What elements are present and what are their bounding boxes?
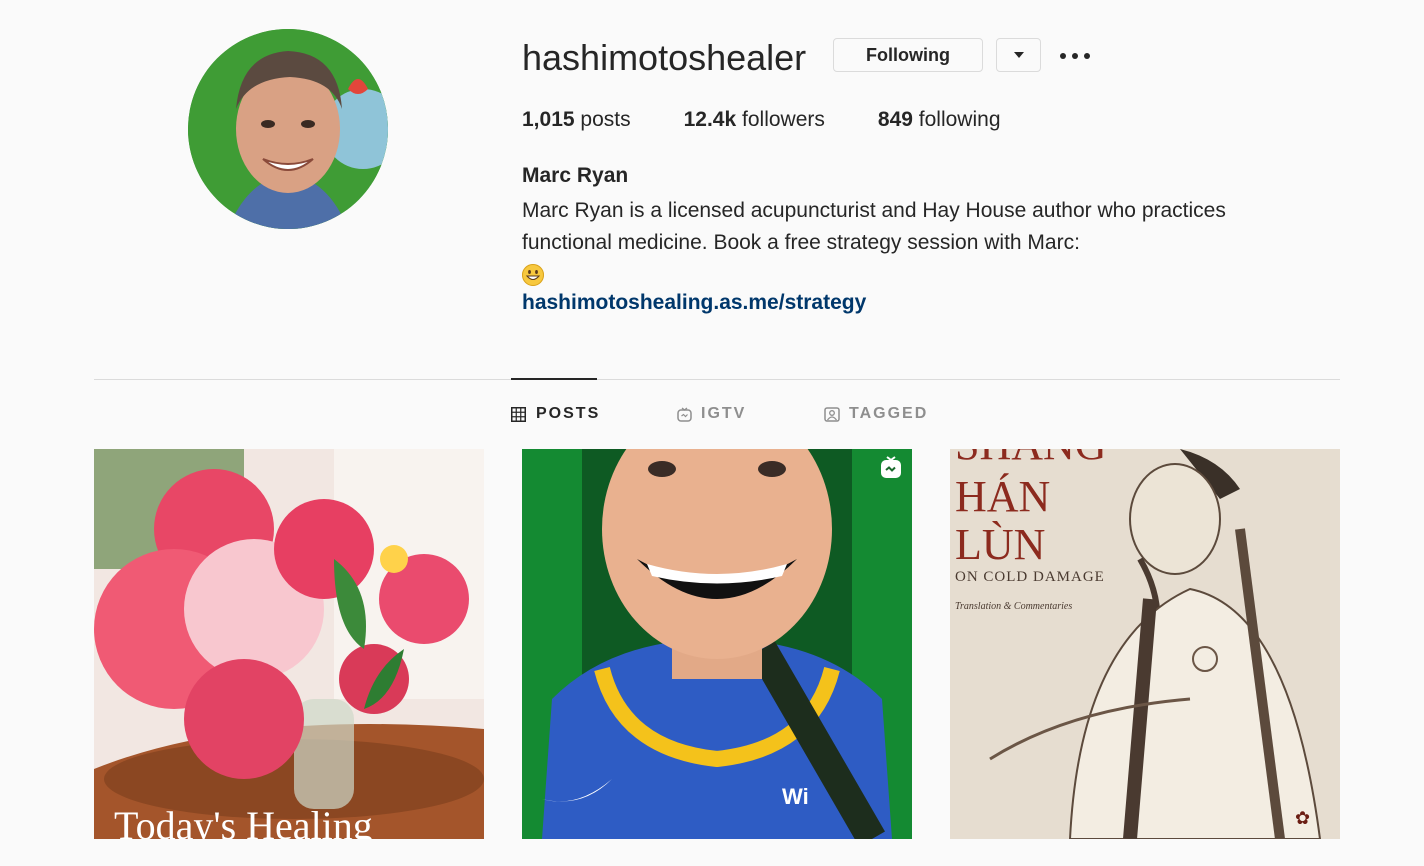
- svg-text:Wi: Wi: [782, 784, 809, 809]
- posts-stat: 1,015 posts: [522, 108, 631, 132]
- post-image-book-cover: SHANG HÁN LÙN ON COLD DAMAGE Translation…: [950, 449, 1340, 839]
- book-note: Translation & Commentaries: [955, 601, 1072, 612]
- grinning-face-icon: [522, 264, 544, 286]
- book-title-line2: LÙN: [955, 520, 1045, 569]
- profile-username: hashimotoshealer: [522, 37, 807, 78]
- book-subtitle: ON COLD DAMAGE: [955, 569, 1105, 585]
- profile-avatar[interactable]: [188, 29, 388, 229]
- profile-bio: Marc Ryan is a licensed acupuncturist an…: [522, 195, 1282, 291]
- posts-count: 1,015: [522, 108, 575, 131]
- igtv-icon: [677, 406, 692, 422]
- tab-label: TAGGED: [849, 405, 929, 422]
- book-title-top: SHANG: [955, 449, 1107, 469]
- followers-stat[interactable]: 12.4k followers: [684, 108, 825, 132]
- followers-label: followers: [742, 108, 825, 131]
- tabs-divider: [94, 379, 1340, 380]
- suggested-dropdown-button[interactable]: [996, 38, 1041, 72]
- grid-icon: [511, 406, 526, 422]
- post-caption-text: Today's Healing: [114, 803, 373, 839]
- tab-label: IGTV: [701, 405, 747, 422]
- tab-label: POSTS: [536, 405, 601, 422]
- post-tile[interactable]: Today's Healing: [94, 449, 484, 839]
- bio-line: Marc Ryan is a licensed acupuncturist an…: [522, 199, 1226, 222]
- igtv-badge-icon: [881, 456, 901, 478]
- profile-full-name: Marc Ryan: [522, 164, 629, 187]
- followers-count: 12.4k: [683, 108, 737, 131]
- following-label: following: [918, 108, 1001, 131]
- posts-label: posts: [580, 108, 631, 131]
- tagged-icon: [824, 406, 840, 422]
- caret-down-icon: [1013, 52, 1024, 58]
- profile-stats: 1,015 posts 12.4k followers 849 followin…: [522, 108, 1001, 132]
- bio-line: functional medicine. Book a free strateg…: [522, 231, 1080, 254]
- avatar-photo: [188, 29, 388, 229]
- post-image-flowers: Today's Healing: [94, 449, 484, 839]
- book-title-line1: HÁN: [955, 472, 1050, 521]
- svg-text:✿: ✿: [1295, 808, 1310, 829]
- more-options-button[interactable]: [1055, 40, 1095, 72]
- tab-igtv[interactable]: IGTV: [677, 405, 746, 423]
- tab-tagged[interactable]: TAGGED: [824, 405, 928, 423]
- following-stat[interactable]: 849 following: [878, 108, 1001, 132]
- profile-website-link[interactable]: hashimotoshealing.as.me/strategy: [522, 291, 866, 315]
- following-count: 849: [877, 108, 913, 131]
- post-image-man-jersey: Wi: [522, 449, 912, 839]
- tab-posts[interactable]: POSTS: [511, 405, 600, 423]
- post-tile[interactable]: Wi: [522, 449, 912, 839]
- post-tile[interactable]: SHANG HÁN LÙN ON COLD DAMAGE Translation…: [950, 449, 1340, 839]
- ellipsis-icon: [1060, 53, 1090, 59]
- active-tab-indicator: [511, 378, 597, 380]
- following-button[interactable]: Following: [833, 38, 983, 72]
